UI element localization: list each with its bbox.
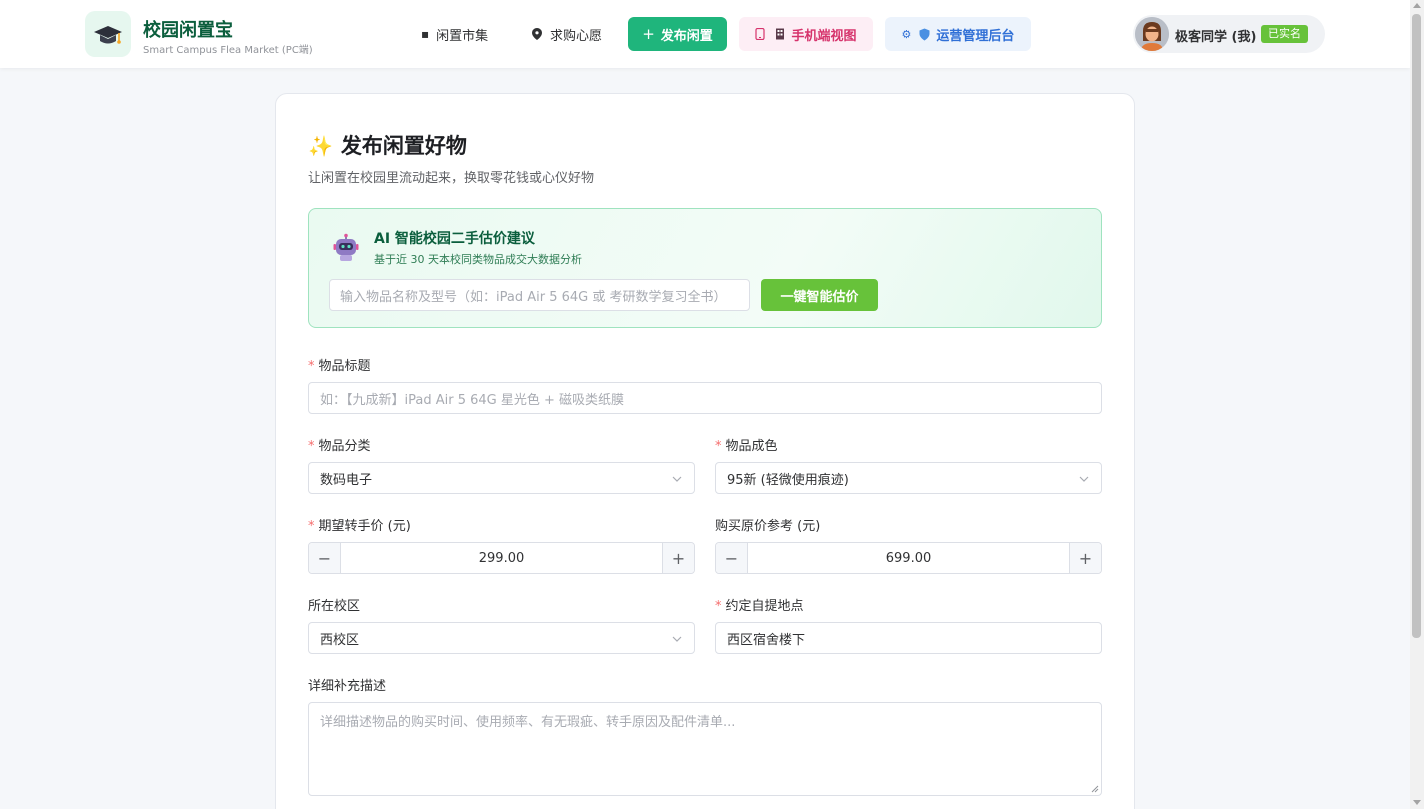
admin-console-button[interactable]: ⚙ 运营管理后台 (885, 17, 1031, 51)
category-label: * 物品分类 (308, 439, 371, 454)
scrollbar-thumb[interactable] (1412, 14, 1421, 638)
sparkles-icon: ✨ (308, 134, 333, 158)
nav-market-label: 闲置市集 (436, 28, 489, 44)
chevron-down-icon (1079, 476, 1089, 482)
category-select[interactable]: 数码电子 (308, 462, 695, 494)
original-price-stepper: − 699.00 + (715, 542, 1102, 574)
shield-icon (919, 28, 930, 40)
top-header: 校园闲置宝 Smart Campus Flea Market (PC端) ▪ 闲… (0, 0, 1410, 68)
item-title-label: * 物品标题 (308, 359, 371, 374)
user-name: 极客同学 (我) (1175, 30, 1257, 45)
price-stepper: − 299.00 + (308, 542, 695, 574)
graduation-cap-icon (94, 26, 122, 44)
scroll-down-arrow-icon[interactable] (1413, 800, 1421, 805)
gear-icon: ⚙ (901, 27, 912, 41)
admin-console-label: 运营管理后台 (936, 28, 1015, 44)
mobile-view-label: 手机端视图 (791, 28, 857, 44)
price-decrement-button[interactable]: − (309, 543, 341, 573)
price-value[interactable]: 299.00 (341, 543, 662, 573)
campus-select[interactable]: 西校区 (308, 622, 695, 654)
ai-estimate-button[interactable]: 一键智能估价 (761, 279, 878, 311)
description-textarea[interactable]: 详细描述物品的购买时间、使用频率、有无瑕疵、转手原因及配件清单... (308, 702, 1102, 796)
avatar (1135, 17, 1169, 51)
description-label: 详细补充描述 (308, 679, 387, 694)
condition-label: * 物品成色 (715, 439, 778, 454)
campus-label: 所在校区 (308, 599, 361, 614)
campus-value: 西校区 (320, 632, 360, 648)
publish-button-label: 发布闲置 (660, 28, 713, 44)
pickup-input[interactable]: 西区宿舍楼下 (715, 622, 1102, 654)
logo[interactable] (85, 11, 131, 57)
nav-wish[interactable]: 求购心愿 (532, 17, 602, 51)
item-title-input[interactable]: 如：【九成新】iPad Air 5 64G 星光色 + 磁吸类纸膜 (308, 382, 1102, 414)
nav-wish-label: 求购心愿 (550, 28, 603, 44)
price-increment-button[interactable]: + (662, 543, 694, 573)
verified-badge: 已实名 (1261, 25, 1308, 43)
phone-icon (755, 28, 766, 40)
building-icon (776, 28, 785, 40)
plus-icon: + (642, 25, 655, 43)
original-price-decrement-button[interactable]: − (716, 543, 748, 573)
chevron-down-icon (672, 476, 682, 482)
publish-button[interactable]: + 发布闲置 (628, 17, 727, 51)
ai-price-estimator: AI 智能校园二手估价建议 基于近 30 天本校同类物品成交大数据分析 输入物品… (308, 208, 1102, 328)
brand-subtitle: Smart Campus Flea Market (PC端) (143, 45, 313, 56)
ai-title: AI 智能校园二手估价建议 (374, 231, 535, 247)
scroll-up-arrow-icon[interactable] (1413, 3, 1421, 8)
mobile-view-button[interactable]: 手机端视图 (739, 17, 873, 51)
resize-handle-icon[interactable] (1091, 785, 1099, 793)
page-subtitle: 让闲置在校园里流动起来，换取零花钱或心仪好物 (308, 171, 595, 186)
brand-title: 校园闲置宝 (143, 20, 233, 41)
condition-select[interactable]: 95新 (轻微使用痕迹) (715, 462, 1102, 494)
ai-item-input[interactable]: 输入物品名称及型号（如：iPad Air 5 64G 或 考研数学复习全书） (329, 279, 750, 311)
page-title: ✨ 发布闲置好物 (308, 130, 467, 160)
original-price-label: 购买原价参考 (元) (715, 519, 821, 534)
location-pin-icon (532, 28, 542, 40)
publish-form-card: ✨ 发布闲置好物 让闲置在校园里流动起来，换取零花钱或心仪好物 AI 智能校园二手… (275, 93, 1135, 809)
robot-icon (333, 233, 359, 261)
ai-subtitle: 基于近 30 天本校同类物品成交大数据分析 (374, 253, 582, 266)
original-price-value[interactable]: 699.00 (748, 543, 1069, 573)
price-label: * 期望转手价 (元) (308, 519, 411, 534)
original-price-increment-button[interactable]: + (1069, 543, 1101, 573)
page-title-text: 发布闲置好物 (340, 134, 467, 158)
pickup-label: * 约定自提地点 (715, 599, 804, 614)
chevron-down-icon (672, 636, 682, 642)
shop-icon: ▪ (421, 27, 430, 41)
description-placeholder: 详细描述物品的购买时间、使用频率、有无瑕疵、转手原因及配件清单... (320, 715, 736, 730)
condition-value: 95新 (轻微使用痕迹) (727, 472, 849, 488)
user-profile[interactable]: 极客同学 (我) 已实名 (1133, 15, 1325, 53)
nav-market[interactable]: ▪ 闲置市集 (421, 17, 488, 51)
category-value: 数码电子 (320, 472, 373, 488)
